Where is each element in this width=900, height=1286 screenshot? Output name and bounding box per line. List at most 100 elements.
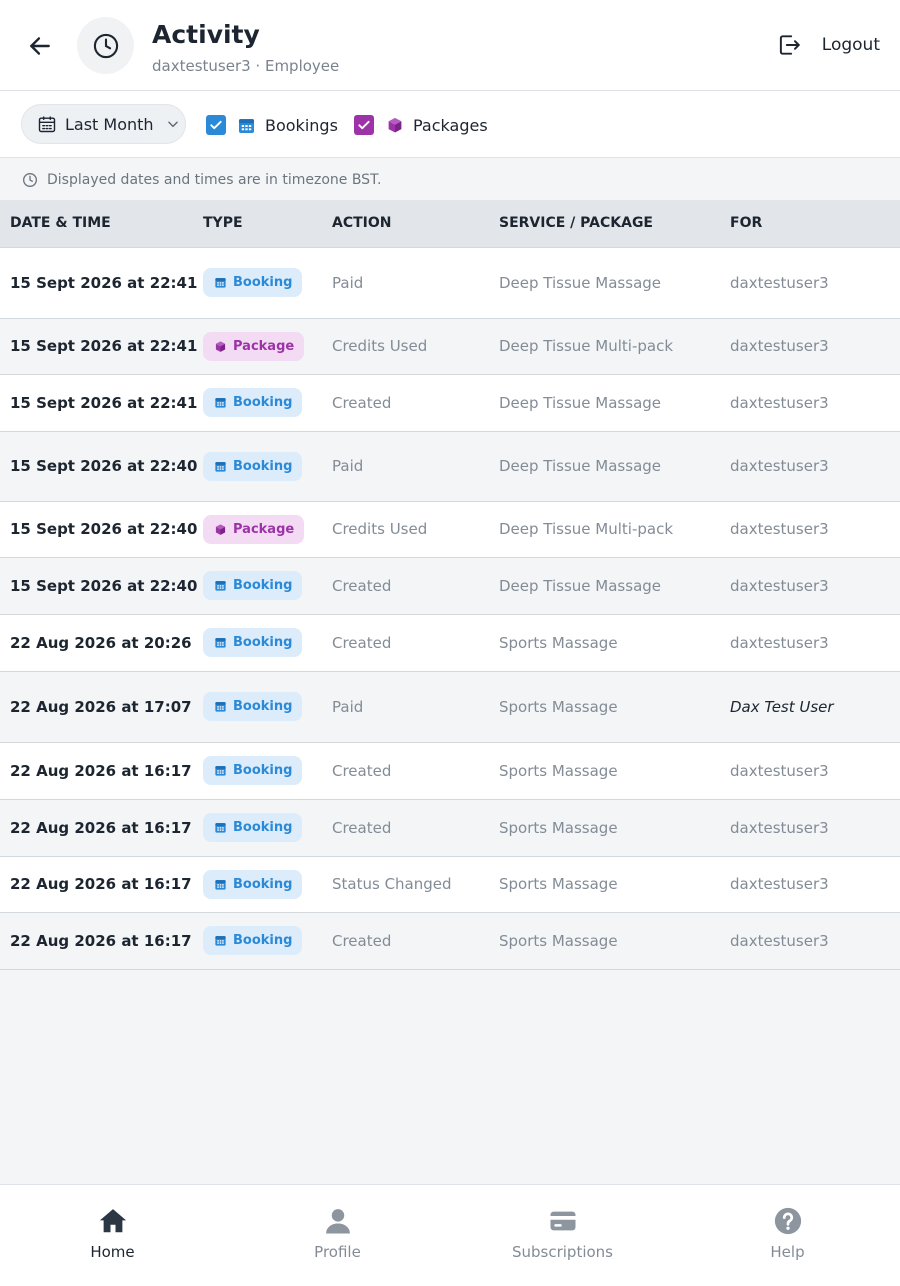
cell-for: daxtestuser3 [730,501,900,558]
table-row[interactable]: 15 Sept 2026 at 22:40 Package Credits Used… [0,501,900,558]
cell-service: Deep Tissue Massage [499,247,730,319]
calendar-icon [215,823,226,833]
nav-item-help[interactable]: Help [675,1185,900,1286]
type-badge: Booking [203,926,303,955]
type-badge: Booking [203,451,303,481]
cell-service: Deep Tissue Massage [499,374,730,432]
type-badge: Package [203,514,305,544]
calendar-icon [215,879,226,890]
column-header-for: FOR [730,200,900,248]
page-header: Activity daxtestuser3 · Employee Logout [0,0,900,91]
table-row[interactable]: 22 Aug 2026 at 16:17 Booking Created Sports… [0,912,900,970]
cell-for: daxtestuser3 [730,431,900,502]
cell-action: Paid [332,431,499,502]
cell-service: Deep Tissue Multi-pack [499,501,730,558]
clock-icon [23,172,37,187]
cell-type: Booking [203,614,332,672]
packages-checkbox[interactable] [354,115,374,135]
type-badge: Booking [203,869,303,899]
column-header-service: SERVICE / PACKAGE [499,200,730,248]
nav-item-profile[interactable]: Profile [225,1185,450,1286]
home-icon [99,1209,126,1233]
cell-action: Paid [332,247,499,319]
period-dropdown[interactable]: Last Month [21,104,186,144]
cell-service: Sports Massage [499,799,730,857]
cell-type: Booking [203,912,332,970]
arrow-left-icon [30,37,50,55]
cell-date: 22 Aug 2026 at 17:07 [0,671,203,743]
nav-item-subscriptions[interactable]: Subscriptions [450,1185,675,1286]
calendar-icon [38,116,56,133]
cell-action: Created [332,374,499,432]
period-label: Last Month [65,114,154,134]
cell-date: 22 Aug 2026 at 16:17 [0,799,203,857]
cell-for: daxtestuser3 [730,247,900,319]
cell-action: Created [332,557,499,615]
table-row[interactable]: 15 Sept 2026 at 22:41 Booking Paid Deep Tis… [0,247,900,319]
cell-action: Created [332,799,499,857]
logout-label: Logout [821,35,880,55]
bookings-checkbox[interactable] [206,115,226,135]
nav-label-home: Home [90,1243,135,1261]
cell-service: Deep Tissue Multi-pack [499,318,730,375]
clock-icon [93,33,118,58]
type-badge-label: Booking [233,763,293,778]
table-row[interactable]: 22 Aug 2026 at 16:17 Booking Status Change… [0,856,900,913]
bookings-filter[interactable]: Bookings [206,115,338,135]
cell-type: Booking [203,557,332,615]
table-row[interactable]: 15 Sept 2026 at 22:41 Booking Created Deep … [0,374,900,432]
column-header-action: ACTION [332,200,499,248]
cell-type: Booking [203,431,332,502]
nav-item-home[interactable]: Home [0,1185,225,1286]
cell-action: Status Changed [332,856,499,913]
type-badge: Booking [203,813,303,842]
table-row[interactable]: 15 Sept 2026 at 22:40 Booking Created Deep … [0,557,900,615]
cell-action: Created [332,614,499,672]
table-row[interactable]: 15 Sept 2026 at 22:41 Package Credits Used… [0,318,900,375]
cell-date: 22 Aug 2026 at 16:17 [0,856,203,913]
type-badge: Package [203,331,305,361]
type-badge: Booking [203,388,303,417]
table-row[interactable]: 22 Aug 2026 at 20:26 Booking Created Sports… [0,614,900,672]
help-icon [774,1207,801,1235]
page-title: Activity [152,20,260,49]
column-header-type: TYPE [203,200,332,248]
cell-date: 15 Sept 2026 at 22:40 [0,431,203,502]
checkmark-icon [210,120,222,130]
cell-action: Credits Used [332,501,499,558]
type-badge-label: Booking [233,933,293,948]
cell-type: Package [203,318,332,375]
cell-action: Credits Used [332,318,499,375]
calendar-icon [215,461,226,472]
card-icon [550,1211,575,1231]
packages-filter[interactable]: Packages [354,115,488,135]
table-row[interactable]: 22 Aug 2026 at 16:17 Booking Created Sports… [0,742,900,800]
nav-label-help: Help [770,1243,805,1261]
cell-type: Booking [203,799,332,857]
cell-date: 15 Sept 2026 at 22:40 [0,557,203,615]
cell-for: daxtestuser3 [730,799,900,857]
calendar-icon [215,398,226,408]
type-badge-label: Booking [233,635,293,650]
cell-for: daxtestuser3 [730,557,900,615]
type-badge: Booking [203,756,303,785]
table-row[interactable]: 15 Sept 2026 at 22:40 Booking Paid Deep Tis… [0,431,900,502]
back-button[interactable] [22,28,58,64]
cell-date: 22 Aug 2026 at 20:26 [0,614,203,672]
cell-date: 15 Sept 2026 at 22:41 [0,318,203,375]
cell-type: Booking [203,247,332,319]
cell-action: Paid [332,671,499,743]
activity-table-body: 15 Sept 2026 at 22:41 Booking Paid Deep Tis… [0,247,900,970]
filter-bar: Last Month Bookings Packages [0,91,900,158]
calendar-icon [215,278,226,288]
type-badge-label: Booking [233,578,293,593]
logout-button[interactable]: Logout [776,32,880,58]
logout-icon [779,35,800,55]
type-badge: Booking [203,571,303,600]
cell-date: 22 Aug 2026 at 16:17 [0,912,203,970]
table-row[interactable]: 22 Aug 2026 at 16:17 Booking Created Sports… [0,799,900,857]
type-badge-label: Booking [233,820,293,835]
table-row[interactable]: 22 Aug 2026 at 17:07 Booking Paid Sports Ma… [0,671,900,743]
type-badge-label: Booking [233,275,293,290]
cell-service: Deep Tissue Massage [499,557,730,615]
